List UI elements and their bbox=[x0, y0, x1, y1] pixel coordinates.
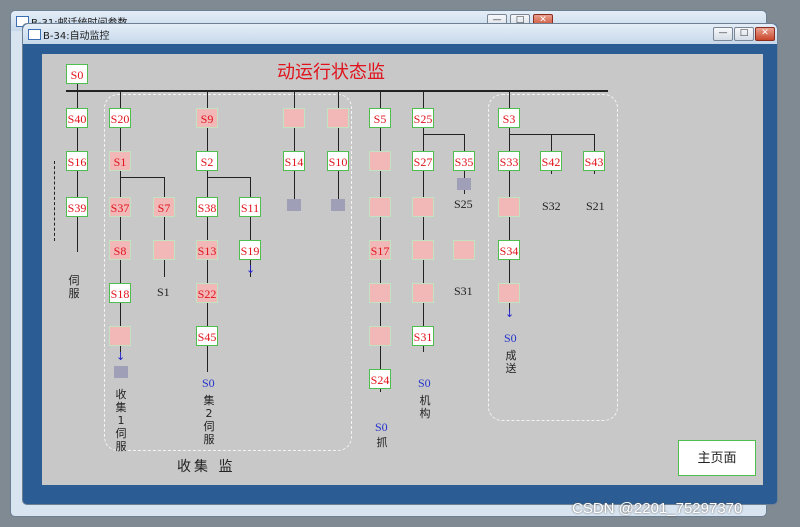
state-s16[interactable]: S16 bbox=[66, 151, 88, 171]
state-blurred[interactable] bbox=[369, 151, 391, 171]
jump-label: S31 bbox=[454, 284, 473, 298]
state-s8[interactable]: S8 bbox=[109, 240, 131, 260]
group-collect bbox=[104, 94, 352, 451]
state-s25[interactable]: S25 bbox=[412, 108, 434, 128]
state-s33[interactable]: S33 bbox=[498, 151, 520, 171]
state-blurred[interactable] bbox=[498, 197, 520, 217]
state-s3[interactable]: S3 bbox=[498, 108, 520, 128]
state-s39[interactable]: S39 bbox=[66, 197, 88, 217]
label-servo: 伺服 bbox=[68, 274, 80, 300]
connector bbox=[250, 177, 251, 277]
watermark: CSDN @2201_75297370 bbox=[572, 500, 743, 517]
state-s43[interactable]: S43 bbox=[583, 151, 605, 171]
state-s10[interactable]: S10 bbox=[327, 151, 349, 171]
group-label: 收集 监 bbox=[177, 459, 236, 475]
connector bbox=[164, 177, 165, 277]
label-done: 成 送 bbox=[505, 349, 517, 375]
state-s20[interactable]: S20 bbox=[109, 108, 131, 128]
state-s17[interactable]: S17 bbox=[369, 240, 391, 260]
state-s0[interactable]: S0 bbox=[66, 64, 88, 84]
connector bbox=[207, 177, 251, 178]
state-blurred[interactable] bbox=[498, 283, 520, 303]
jump-label: S25 bbox=[454, 197, 473, 211]
state-blurred[interactable] bbox=[109, 326, 131, 346]
label-mech: 机构 bbox=[419, 394, 431, 420]
down-arrow-icon: ↓ bbox=[505, 307, 515, 320]
state-s13[interactable]: S13 bbox=[196, 240, 218, 260]
main-bus-line bbox=[66, 90, 608, 92]
jump-label: S32 bbox=[542, 199, 561, 213]
state-s45[interactable]: S45 bbox=[196, 326, 218, 346]
jump-s0: S0 bbox=[418, 376, 431, 390]
state-blurred[interactable] bbox=[283, 108, 305, 128]
connector bbox=[423, 134, 465, 135]
state-s1[interactable]: S1 bbox=[109, 151, 131, 171]
state-blurred[interactable] bbox=[327, 108, 349, 128]
connector bbox=[77, 84, 78, 90]
blurred-block bbox=[457, 178, 471, 190]
monitor-title: 动运行状态监 bbox=[277, 62, 385, 82]
minimize-button[interactable]: — bbox=[713, 27, 733, 41]
state-s24[interactable]: S24 bbox=[369, 369, 391, 389]
state-s38[interactable]: S38 bbox=[196, 197, 218, 217]
jump-label: S1 bbox=[157, 285, 170, 299]
label-collect2: 集2伺服 bbox=[203, 394, 215, 446]
close-button[interactable]: ✕ bbox=[755, 27, 775, 41]
state-s19[interactable]: S19 bbox=[239, 240, 261, 260]
jump-label: S21 bbox=[586, 199, 605, 213]
connector bbox=[423, 92, 424, 352]
down-arrow-icon: ↓ bbox=[116, 350, 126, 363]
monitor-canvas: 动运行状态监 S0 S40 S16 S39 伺服 S20 S1 S37 S7 S… bbox=[42, 54, 763, 485]
state-s22[interactable]: S22 bbox=[196, 283, 218, 303]
state-blurred[interactable] bbox=[369, 197, 391, 217]
state-s42[interactable]: S42 bbox=[540, 151, 562, 171]
state-s27[interactable]: S27 bbox=[412, 151, 434, 171]
state-s9[interactable]: S9 bbox=[196, 108, 218, 128]
jump-s0: S0 bbox=[375, 420, 388, 434]
state-s5[interactable]: S5 bbox=[369, 108, 391, 128]
state-blurred[interactable] bbox=[412, 197, 434, 217]
blurred-block bbox=[114, 366, 128, 378]
state-s37[interactable]: S37 bbox=[109, 197, 131, 217]
dashed-connector bbox=[54, 161, 55, 241]
state-blurred[interactable] bbox=[412, 283, 434, 303]
state-blurred[interactable] bbox=[369, 283, 391, 303]
label-collect1: 收集1伺服 bbox=[115, 388, 127, 453]
state-s2[interactable]: S2 bbox=[196, 151, 218, 171]
blurred-block bbox=[287, 199, 301, 211]
state-blurred[interactable] bbox=[453, 240, 475, 260]
state-blurred[interactable] bbox=[412, 240, 434, 260]
down-arrow-icon: ↓ bbox=[246, 263, 256, 276]
state-s7[interactable]: S7 bbox=[153, 197, 175, 217]
state-s31[interactable]: S31 bbox=[412, 326, 434, 346]
window-title: B-34:自动监控 bbox=[43, 31, 110, 42]
label-grab: 抓 bbox=[376, 436, 388, 449]
state-blurred[interactable] bbox=[369, 326, 391, 346]
connector bbox=[120, 177, 165, 178]
window-icon bbox=[28, 29, 41, 40]
state-s34[interactable]: S34 bbox=[498, 240, 520, 260]
state-s11[interactable]: S11 bbox=[239, 197, 261, 217]
state-s35[interactable]: S35 bbox=[453, 151, 475, 171]
state-s14[interactable]: S14 bbox=[283, 151, 305, 171]
jump-s0: S0 bbox=[202, 376, 215, 390]
title-bar[interactable]: B-34:自动监控 — □ ✕ bbox=[23, 24, 777, 44]
maximize-button[interactable]: □ bbox=[734, 27, 754, 41]
state-s40[interactable]: S40 bbox=[66, 108, 88, 128]
state-s18[interactable]: S18 bbox=[109, 283, 131, 303]
blurred-block bbox=[331, 199, 345, 211]
connector bbox=[120, 92, 121, 352]
state-s9-x[interactable] bbox=[153, 240, 175, 260]
jump-s0: S0 bbox=[504, 331, 517, 345]
main-page-button[interactable]: 主页面 bbox=[678, 440, 756, 476]
